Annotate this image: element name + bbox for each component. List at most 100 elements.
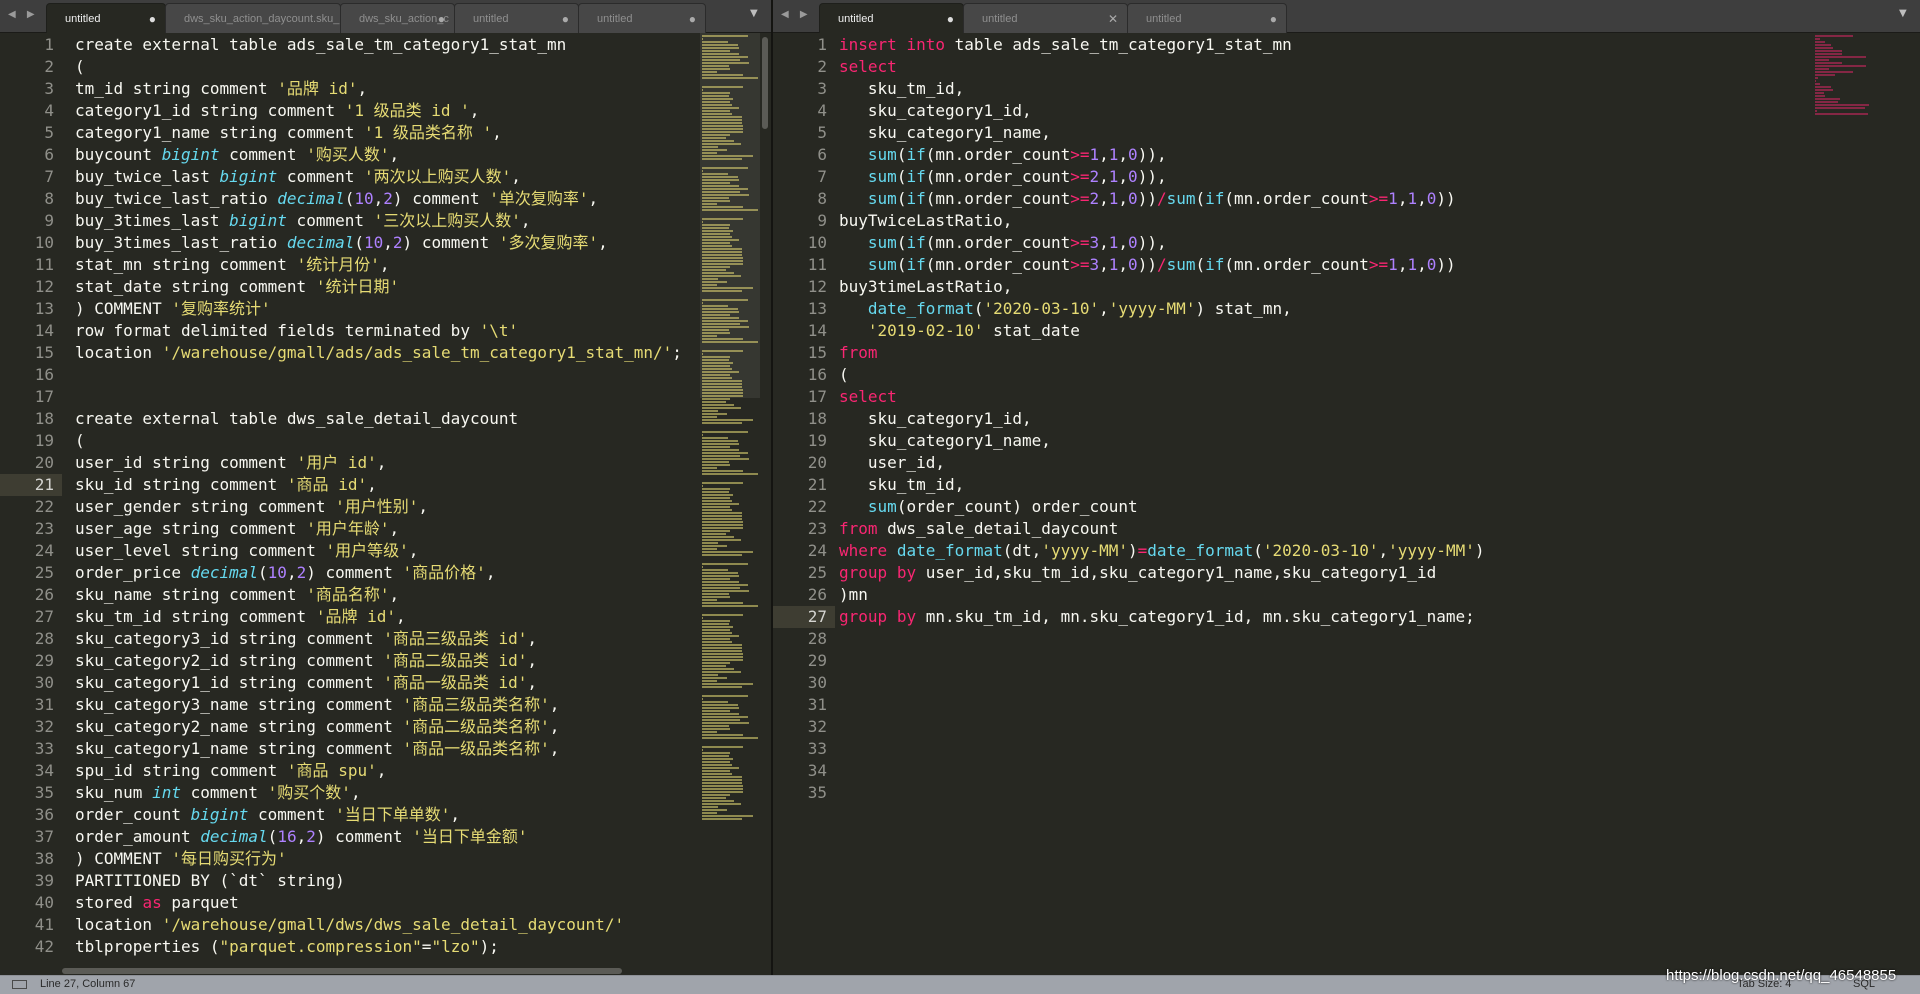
code-line[interactable]: sku_category1_name, bbox=[839, 430, 1051, 452]
code-line[interactable]: where date_format(dt,'yyyy-MM')=date_for… bbox=[839, 540, 1484, 562]
horizontal-scrollbar[interactable] bbox=[62, 968, 759, 974]
unsaved-dot-icon[interactable]: ● bbox=[438, 4, 445, 33]
code-line[interactable]: buyTwiceLastRatio, bbox=[839, 210, 1012, 232]
unsaved-dot-icon[interactable]: ● bbox=[947, 4, 954, 33]
code-line[interactable]: sku_category1_name string comment '商品一级品… bbox=[75, 738, 559, 760]
code-line[interactable]: buycount bigint comment '购买人数', bbox=[75, 144, 399, 166]
code-line[interactable]: ( bbox=[75, 56, 85, 78]
code-line[interactable]: stat_mn string comment '统计月份', bbox=[75, 254, 389, 276]
code-line[interactable]: sku_category2_name string comment '商品二级品… bbox=[75, 716, 559, 738]
code-line[interactable]: spu_id string comment '商品 spu', bbox=[75, 760, 386, 782]
code-line[interactable]: order_count bigint comment '当日下单单数', bbox=[75, 804, 460, 826]
code-line[interactable]: user_age string comment '用户年龄', bbox=[75, 518, 399, 540]
code-line[interactable]: buy_3times_last bigint comment '三次以上购买人数… bbox=[75, 210, 531, 232]
code-line[interactable]: tblproperties ("parquet.compression"="lz… bbox=[75, 936, 499, 958]
code-line[interactable]: sku_tm_id, bbox=[839, 78, 964, 100]
code-line[interactable]: sum(if(mn.order_count>=3,1,0)), bbox=[839, 232, 1167, 254]
unsaved-dot-icon[interactable]: ● bbox=[689, 4, 696, 33]
code-line[interactable]: sku_category2_id string comment '商品二级品类 … bbox=[75, 650, 537, 672]
code-line[interactable]: sku_id string comment '商品 id', bbox=[75, 474, 377, 496]
code-line[interactable]: sku_name string comment '商品名称', bbox=[75, 584, 399, 606]
code-line[interactable]: insert into table ads_sale_tm_category1_… bbox=[839, 34, 1292, 56]
code-line[interactable]: ) COMMENT '每日购买行为' bbox=[75, 848, 287, 870]
code-line[interactable]: )mn bbox=[839, 584, 868, 606]
scrollbar-thumb[interactable] bbox=[62, 968, 622, 974]
code-line[interactable]: order_price decimal(10,2) comment '商品价格'… bbox=[75, 562, 495, 584]
line-number: 23 bbox=[807, 519, 827, 538]
code-line[interactable]: sku_tm_id, bbox=[839, 474, 964, 496]
code-line[interactable]: sku_category3_name string comment '商品三级品… bbox=[75, 694, 559, 716]
code-line[interactable]: sku_category3_id string comment '商品三级品类 … bbox=[75, 628, 537, 650]
panel-toggle-icon[interactable] bbox=[12, 980, 27, 989]
unsaved-dot-icon[interactable]: ● bbox=[1270, 4, 1277, 33]
code-line[interactable]: from dws_sale_detail_daycount bbox=[839, 518, 1118, 540]
minimap-line bbox=[702, 509, 732, 511]
code-line[interactable]: user_id, bbox=[839, 452, 945, 474]
code-line[interactable]: sum(if(mn.order_count>=2,1,0)), bbox=[839, 166, 1167, 188]
left-editor[interactable]: 1 2 3 4 5 6 7 8 9 10 11 12 13 14 15 16 17 18 19 20 21 22 23 24 2… bbox=[0, 33, 771, 976]
code-line[interactable]: sku_category1_id, bbox=[839, 408, 1032, 430]
tab-nav-arrows[interactable]: ◀ ▶ bbox=[781, 9, 812, 20]
code-line[interactable]: sku_tm_id string comment '品牌 id', bbox=[75, 606, 406, 628]
code-line[interactable]: buy_twice_last bigint comment '两次以上购买人数'… bbox=[75, 166, 521, 188]
scrollbar-thumb[interactable] bbox=[762, 37, 768, 129]
tab-5[interactable]: untitled ● bbox=[578, 3, 706, 33]
code-line[interactable]: row format delimited fields terminated b… bbox=[75, 320, 518, 342]
vertical-scrollbar[interactable] bbox=[761, 33, 769, 976]
code-line[interactable]: buy3timeLastRatio, bbox=[839, 276, 1012, 298]
code-line[interactable]: sku_category1_id, bbox=[839, 100, 1032, 122]
code-line[interactable]: select bbox=[839, 386, 897, 408]
code-line[interactable]: create external table dws_sale_detail_da… bbox=[75, 408, 518, 430]
code-line[interactable]: tm_id string comment '品牌 id', bbox=[75, 78, 367, 100]
code-line[interactable]: order_amount decimal(16,2) comment '当日下单… bbox=[75, 826, 527, 848]
code-line[interactable]: sku_category1_id string comment '商品一级品类 … bbox=[75, 672, 537, 694]
code-line[interactable]: sku_num int comment '购买个数', bbox=[75, 782, 361, 804]
code-area[interactable]: insert into table ads_sale_tm_category1_… bbox=[839, 33, 1839, 976]
code-line[interactable]: select bbox=[839, 56, 897, 78]
code-line[interactable]: user_gender string comment '用户性别', bbox=[75, 496, 428, 518]
tab-1[interactable]: untitled ● bbox=[46, 3, 166, 33]
code-line[interactable]: buy_twice_last_ratio decimal(10,2) comme… bbox=[75, 188, 598, 210]
code-line[interactable]: user_id string comment '用户 id', bbox=[75, 452, 386, 474]
close-icon[interactable]: ✕ bbox=[1108, 4, 1118, 33]
tab-nav-arrows[interactable]: ◀ ▶ bbox=[8, 9, 39, 20]
tab-3[interactable]: dws_sku_action_c ● bbox=[340, 3, 455, 33]
code-line[interactable]: stat_date string comment '统计日期' bbox=[75, 276, 399, 298]
code-line[interactable]: '2019-02-10' stat_date bbox=[839, 320, 1080, 342]
code-line[interactable]: create external table ads_sale_tm_catego… bbox=[75, 34, 566, 56]
code-line[interactable]: location '/warehouse/gmall/dws/dws_sale_… bbox=[75, 914, 624, 936]
minimap[interactable] bbox=[700, 33, 760, 976]
code-line[interactable]: group by mn.sku_tm_id, mn.sku_category1_… bbox=[839, 606, 1475, 628]
unsaved-dot-icon[interactable]: ● bbox=[562, 4, 569, 33]
code-line[interactable]: group by user_id,sku_tm_id,sku_category1… bbox=[839, 562, 1436, 584]
tab-2[interactable]: dws_sku_action_daycount.sku_id bbox=[165, 3, 341, 33]
code-line[interactable]: sum(if(mn.order_count>=3,1,0))/sum(if(mn… bbox=[839, 254, 1456, 276]
right-editor[interactable]: 1 2 3 4 5 6 7 8 9 10 11 12 13 14 15 16 17 18 19 20 21 22 23 24 2… bbox=[773, 33, 1920, 976]
tab-1[interactable]: untitled ● bbox=[819, 3, 964, 33]
code-line[interactable]: ( bbox=[75, 430, 85, 452]
code-line[interactable]: sum(if(mn.order_count>=1,1,0)), bbox=[839, 144, 1167, 166]
tab-3[interactable]: untitled ● bbox=[1127, 3, 1287, 33]
code-line[interactable]: sum(order_count) order_count bbox=[839, 496, 1138, 518]
code-line[interactable]: sku_category1_name, bbox=[839, 122, 1051, 144]
code-line[interactable]: from bbox=[839, 342, 878, 364]
code-line[interactable]: buy_3times_last_ratio decimal(10,2) comm… bbox=[75, 232, 608, 254]
code-area[interactable]: create external table ads_sale_tm_catego… bbox=[75, 33, 700, 976]
code-line[interactable]: sum(if(mn.order_count>=2,1,0))/sum(if(mn… bbox=[839, 188, 1456, 210]
code-line[interactable]: category1_id string comment '1 级品类 id ', bbox=[75, 100, 479, 122]
tab-menu-chevron-icon[interactable]: ▼ bbox=[750, 8, 758, 19]
code-line[interactable]: date_format('2020-03-10','yyyy-MM') stat… bbox=[839, 298, 1292, 320]
code-line[interactable]: PARTITIONED BY (`dt` string) bbox=[75, 870, 345, 892]
minimap-line bbox=[702, 572, 738, 574]
code-line[interactable]: ) COMMENT '复购率统计' bbox=[75, 298, 271, 320]
code-line[interactable]: stored as parquet bbox=[75, 892, 239, 914]
code-line[interactable]: user_level string comment '用户等级', bbox=[75, 540, 418, 562]
tab-2[interactable]: untitled ✕ bbox=[963, 3, 1128, 33]
code-line[interactable]: location '/warehouse/gmall/ads/ads_sale_… bbox=[75, 342, 682, 364]
tab-menu-chevron-icon[interactable]: ▼ bbox=[1899, 8, 1907, 19]
code-line[interactable]: category1_name string comment '1 级品类名称 '… bbox=[75, 122, 502, 144]
minimap[interactable] bbox=[1813, 33, 1893, 976]
tab-4[interactable]: untitled ● bbox=[454, 3, 579, 33]
code-line[interactable]: ( bbox=[839, 364, 849, 386]
unsaved-dot-icon[interactable]: ● bbox=[149, 4, 156, 33]
